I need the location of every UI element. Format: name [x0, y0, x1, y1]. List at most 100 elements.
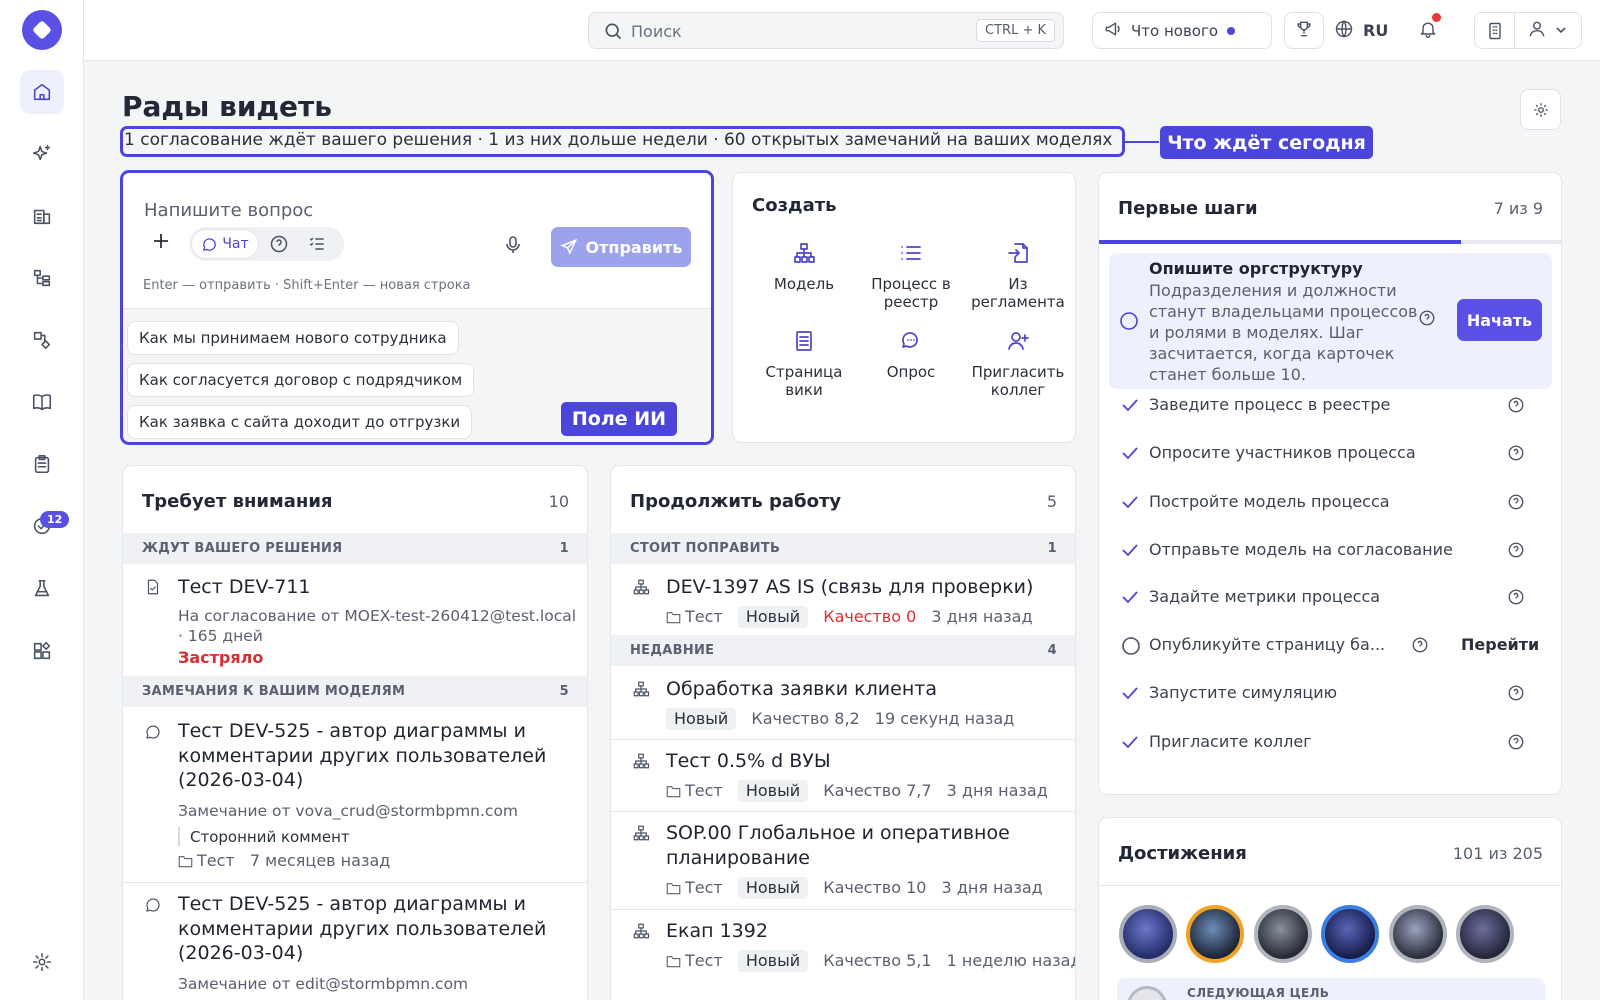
comment-title: (2026-03-04) — [178, 942, 304, 964]
check-icon — [1121, 588, 1139, 610]
check-icon — [1121, 733, 1139, 755]
sidebar-item-ai[interactable] — [20, 132, 64, 176]
status-badge: Новый — [737, 780, 809, 802]
sidebar-item-surveys[interactable] — [20, 442, 64, 486]
achievement-medal-icon[interactable] — [1321, 905, 1379, 963]
quality-score: Качество 8,2 — [751, 709, 860, 728]
start-step-button[interactable]: Начать — [1457, 299, 1542, 341]
achievements-button[interactable] — [1284, 12, 1324, 49]
invite-icon — [1008, 332, 1029, 350]
sidebar-item-simulation[interactable] — [20, 567, 64, 611]
model-meta: Тест Новый Качество 10 3 дня назад — [666, 877, 1053, 899]
help-icon[interactable] — [1507, 684, 1525, 706]
list-mode-button[interactable] — [307, 234, 327, 258]
create-wiki-page-button[interactable]: Страница вики — [749, 329, 859, 399]
create-model-button[interactable]: Модель — [749, 241, 859, 293]
dashboard-settings-button[interactable] — [1520, 89, 1561, 130]
achievement-medal-icon[interactable] — [1456, 905, 1514, 963]
create-survey-button[interactable]: Опрос — [856, 329, 966, 381]
help-icon[interactable] — [1507, 541, 1525, 563]
create-card: Создать Модель Процесс в реестр Из регла… — [732, 172, 1076, 443]
chevron-down-icon[interactable] — [1555, 22, 1567, 40]
model-time: 19 секунд назад — [874, 709, 1015, 728]
user-avatar-icon[interactable] — [1527, 19, 1547, 43]
chat-mode-button[interactable]: Чат — [191, 229, 259, 259]
go-step-button[interactable]: Перейти — [1461, 635, 1539, 654]
sidebar-item-registry[interactable] — [20, 256, 64, 300]
sidebar-item-home[interactable] — [20, 70, 64, 114]
whats-new-button[interactable]: Что нового — [1092, 12, 1272, 49]
language-label: RU — [1363, 21, 1389, 40]
step-label: Постройте модель процесса — [1149, 492, 1390, 511]
voice-input-button[interactable] — [505, 236, 521, 258]
help-mode-button[interactable] — [269, 234, 289, 258]
comment-quote: Сторонний коммент — [178, 827, 350, 847]
add-attachment-button[interactable] — [151, 231, 171, 255]
today-summary: 1 согласование ждёт вашего решения · 1 и… — [120, 126, 1125, 157]
sidebar-item-settings[interactable] — [20, 940, 64, 984]
ai-suggestion-chip[interactable]: Как заявка с сайта доходит до отгрузки — [127, 405, 473, 439]
help-icon[interactable] — [1507, 588, 1525, 610]
search-input[interactable]: Поиск CTRL + K — [588, 12, 1064, 49]
account-menu — [1474, 12, 1582, 49]
progress-fill — [1099, 240, 1461, 244]
achievement-medal-icon[interactable] — [1389, 905, 1447, 963]
sidebar-item-models[interactable] — [20, 318, 64, 362]
bell-icon — [1418, 22, 1438, 43]
send-button[interactable]: Отправить — [551, 227, 691, 267]
model-title: DEV-1397 AS IS (связь для проверки) — [666, 576, 1034, 598]
section-header: СТОИТ ПОПРАВИТЬ 1 — [611, 533, 1075, 564]
workspace-icon[interactable] — [1475, 13, 1515, 48]
section-label: ЖДУТ ВАШЕГО РЕШЕНИЯ — [142, 541, 343, 556]
sidebar-item-apps[interactable] — [20, 629, 64, 673]
folder-name: Тест — [685, 607, 723, 626]
achievement-medal-icon[interactable] — [1119, 905, 1177, 963]
sidebar-item-wiki[interactable] — [20, 380, 64, 424]
section-count: 5 — [559, 684, 569, 699]
create-process-button[interactable]: Процесс в реестр — [856, 241, 966, 311]
ai-suggestion-chip[interactable]: Как мы принимаем нового сотрудника — [127, 321, 459, 355]
achievement-medal-icon[interactable] — [1186, 905, 1244, 963]
language-switcher[interactable]: RU — [1324, 12, 1388, 49]
help-icon[interactable] — [1507, 733, 1525, 755]
model-title: Обработка заявки клиента — [666, 678, 937, 700]
help-icon[interactable] — [1418, 309, 1436, 327]
ai-question-input[interactable]: Напишите вопрос — [144, 200, 313, 221]
search-placeholder: Поиск — [631, 22, 682, 41]
app-logo[interactable] — [22, 10, 62, 50]
clipboard-icon — [34, 454, 50, 474]
next-goal-panel[interactable]: СЛЕДУЮЩАЯ ЦЕЛЬ — [1117, 978, 1545, 1000]
comment-title: комментарии других пользователей — [178, 918, 547, 940]
check-icon — [1121, 684, 1139, 706]
sidebar-item-org[interactable] — [20, 194, 64, 238]
check-icon — [1121, 493, 1139, 515]
send-icon — [559, 238, 577, 255]
shapes-icon — [33, 331, 51, 350]
comment-title: Тест DEV-525 - автор диаграммы и — [178, 720, 526, 742]
create-from-regulation-button[interactable]: Из регламента — [963, 241, 1073, 311]
ai-suggestion-chip[interactable]: Как согласуется договор с подрядчиком — [127, 363, 475, 397]
folder-icon — [666, 786, 681, 798]
stuck-status-badge: Застряло — [178, 648, 264, 667]
model-meta: Тест Новый Качество 0 3 дня назад — [666, 606, 1043, 628]
quality-score: Качество 0 — [823, 607, 917, 626]
achievement-medal-icon[interactable] — [1254, 905, 1312, 963]
model-meta: Тест Новый Качество 7,7 3 дня назад — [666, 780, 1058, 802]
step-label: Задайте метрики процесса — [1149, 587, 1381, 606]
page-icon — [796, 331, 812, 351]
current-step: Опишите оргструктуру Подразделения и дол… — [1109, 253, 1552, 389]
notifications-button[interactable] — [1418, 13, 1441, 43]
search-shortcut: CTRL + K — [976, 19, 1055, 42]
model-time: 3 дня назад — [946, 781, 1048, 800]
help-icon[interactable] — [1507, 493, 1525, 515]
create-title: Создать — [752, 195, 837, 216]
help-icon[interactable] — [1507, 396, 1525, 418]
folder-name: Тест — [685, 951, 723, 970]
question-circle-icon — [270, 235, 288, 253]
comment-title: комментарии других пользователей — [178, 745, 547, 767]
help-icon[interactable] — [1507, 444, 1525, 466]
folder-name: Тест — [685, 781, 723, 800]
invite-colleagues-button[interactable]: Пригласить коллег — [963, 329, 1073, 399]
ai-input-area: Напишите вопрос Чат Отправить Enter — от… — [123, 173, 711, 309]
help-icon[interactable] — [1411, 636, 1429, 658]
